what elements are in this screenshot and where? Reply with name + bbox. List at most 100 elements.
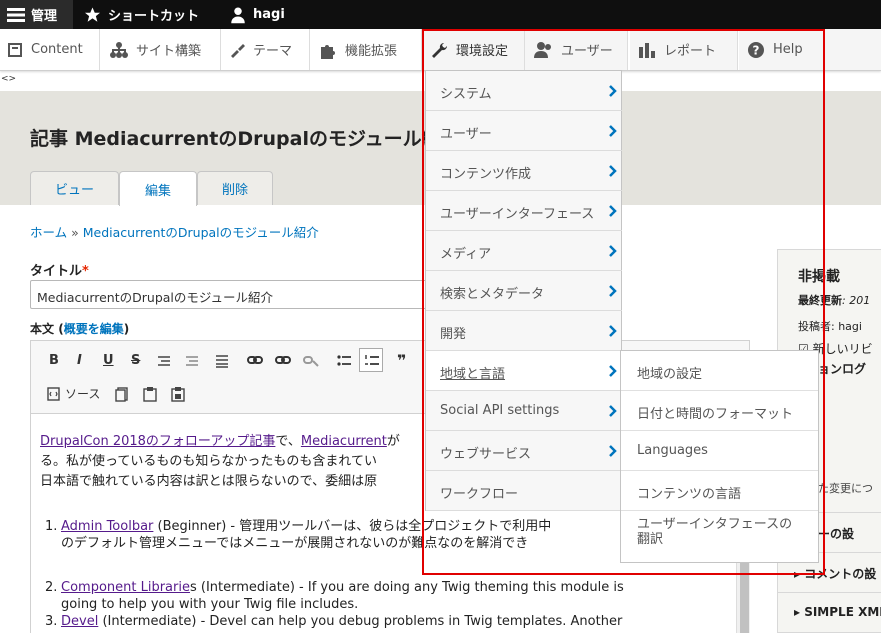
- puzzle-icon: [321, 44, 335, 59]
- subscript-icon[interactable]: [185, 355, 199, 367]
- tray-orientation-toggle[interactable]: <>: [1, 74, 16, 84]
- paste-text-icon[interactable]: [171, 387, 185, 402]
- tray-item-appearance[interactable]: テーマ: [221, 29, 310, 70]
- tray-label: サイト構築: [136, 44, 202, 59]
- tab-edit[interactable]: 編集: [119, 171, 197, 206]
- chevron-right-icon: [609, 285, 617, 297]
- chevron-right-icon: [609, 325, 617, 337]
- underline-button[interactable]: U: [103, 353, 114, 368]
- list-item-text: のデフォルト管理メニューではメニューが展開されないのが難点なのを解消でき: [61, 536, 529, 551]
- breadcrumb-home[interactable]: ホーム: [30, 225, 67, 240]
- superscript-icon[interactable]: [157, 355, 171, 367]
- config-dropdown-menu: システムユーザーコンテンツ作成ユーザーインターフェースメディア検索とメタデータ開…: [425, 70, 622, 511]
- numbered-list-icon: [365, 355, 379, 365]
- menu-item-development[interactable]: 開発: [426, 311, 622, 351]
- title-input[interactable]: MediacurrentのDrupalのモジュール紹介: [30, 280, 450, 309]
- toolbar-tray: Content サイト構築 テーマ 機能拡張 環境設定 ユーザー レポート ? …: [0, 29, 881, 71]
- paste-icon[interactable]: [143, 387, 157, 402]
- editor-link[interactable]: DrupalCon 2018のフォローアップ記事: [40, 434, 275, 449]
- manage-button[interactable]: 管理: [0, 0, 73, 29]
- manage-label: 管理: [31, 9, 58, 24]
- menu-item-label: Social API settings: [440, 403, 560, 418]
- menu-item-label: コンテンツ作成: [440, 167, 532, 182]
- change-note: た変更につ: [818, 482, 873, 495]
- tab-delete[interactable]: 削除: [197, 171, 273, 205]
- chevron-right-icon: [609, 245, 617, 257]
- revision-label: 新しいリビ: [812, 342, 873, 356]
- menu-item-content-authoring[interactable]: コンテンツ作成: [426, 151, 622, 191]
- tray-item-content[interactable]: Content: [0, 29, 100, 70]
- menu-item-users[interactable]: ユーザー: [426, 111, 622, 151]
- italic-button[interactable]: I: [77, 353, 82, 368]
- title-label: タイトル*: [30, 260, 89, 279]
- list-item-link[interactable]: Component Librarie: [61, 580, 190, 595]
- copy-icon[interactable]: [115, 387, 129, 402]
- edit-summary-link[interactable]: 概要を編集: [64, 322, 124, 336]
- page-title: 記事 MediacurrentのDrupalのモジュール紹介: [30, 128, 460, 150]
- file-icon: [8, 42, 22, 57]
- editor-link[interactable]: Mediacurrent: [301, 434, 387, 449]
- submenu-item-content-language[interactable]: コンテンツの言語: [621, 471, 818, 511]
- blockquote-icon[interactable]: ❞: [397, 351, 406, 370]
- tab-view[interactable]: ビュー: [30, 171, 119, 205]
- strikethrough-button[interactable]: S: [131, 353, 140, 368]
- source-button[interactable]: ソース: [47, 385, 100, 402]
- chevron-right-icon: [609, 365, 617, 377]
- tray-label: 機能拡張: [345, 44, 398, 59]
- unlink-icon[interactable]: [275, 355, 291, 365]
- editor-text: が: [386, 434, 400, 449]
- bar-chart-icon: [639, 42, 655, 58]
- simple-xml-section[interactable]: ▸ SIMPLE XML: [778, 592, 881, 632]
- tray-item-help[interactable]: ? Help: [739, 29, 881, 70]
- submenu-item-languages[interactable]: Languages: [621, 431, 818, 471]
- link-icon[interactable]: [247, 355, 263, 365]
- menu-item-search-metadata[interactable]: 検索とメタデータ: [426, 271, 622, 311]
- menu-item-system[interactable]: システム: [426, 71, 622, 111]
- menu-item-web-services[interactable]: ウェブサービス: [426, 431, 622, 471]
- shortcuts-label: ショートカット: [108, 9, 200, 24]
- submenu-item-ui-translation[interactable]: ユーザーインタフェースの 翻訳: [621, 511, 818, 563]
- user-icon: [231, 7, 245, 23]
- source-label: ソース: [65, 387, 101, 401]
- numbered-list-button[interactable]: [359, 348, 383, 372]
- tray-item-reports[interactable]: レポート: [630, 29, 738, 70]
- list-item-text: s (Intermediate) - If you are doing any …: [189, 580, 624, 595]
- editor-text: る。私が使っているものも知らなかったものも含まれてい: [40, 454, 377, 469]
- tray-item-users[interactable]: ユーザー: [525, 29, 628, 70]
- menu-item-regional-language[interactable]: 地域と言語: [426, 351, 622, 391]
- submenu-item-date-time-formats[interactable]: 日付と時間のフォーマット: [621, 391, 818, 431]
- list-item-link[interactable]: Admin Toolbar: [61, 519, 153, 534]
- user-button[interactable]: hagi: [229, 0, 285, 29]
- chevron-right-icon: [609, 165, 617, 177]
- last-updated: 最終更新: 201: [798, 292, 870, 308]
- bold-button[interactable]: B: [49, 353, 59, 368]
- submenu-item-label: 翻訳: [637, 532, 664, 547]
- tray-item-extend[interactable]: 機能拡張: [311, 29, 422, 70]
- list-item-link[interactable]: Devel: [61, 614, 98, 629]
- tray-item-structure[interactable]: サイト構築: [102, 29, 221, 70]
- user-name: hagi: [253, 7, 285, 22]
- menu-item-label: ユーザー: [440, 127, 492, 142]
- wrench-icon: [432, 42, 448, 58]
- breadcrumb-current[interactable]: MediacurrentのDrupalのモジュール紹介: [83, 225, 319, 240]
- remove-format-icon[interactable]: [215, 354, 229, 368]
- breadcrumb-separator: »: [71, 225, 79, 240]
- people-icon: [534, 41, 551, 58]
- menu-item-label: ウェブサービス: [440, 447, 532, 462]
- menu-item-social-api[interactable]: Social API settings: [426, 391, 622, 431]
- submenu-item-label: 地域の設定: [637, 367, 703, 382]
- menu-item-user-interface[interactable]: ユーザーインターフェース: [426, 191, 622, 231]
- submenu-item-regional-settings[interactable]: 地域の設定: [621, 351, 818, 391]
- required-mark: *: [82, 264, 89, 279]
- source-icon: [47, 386, 60, 401]
- help-icon: ?: [748, 41, 764, 58]
- bulleted-list-icon[interactable]: [337, 354, 351, 368]
- menu-item-media[interactable]: メディア: [426, 231, 622, 271]
- tray-item-config[interactable]: 環境設定: [422, 29, 525, 70]
- menu-item-workflow[interactable]: ワークフロー: [426, 471, 622, 511]
- publish-status: 非掲載: [798, 269, 840, 285]
- submenu-item-label: Languages: [637, 443, 708, 458]
- shortcuts-button[interactable]: ショートカット: [83, 0, 199, 29]
- anchor-icon[interactable]: [303, 355, 319, 367]
- menu-item-label: メディア: [440, 247, 492, 262]
